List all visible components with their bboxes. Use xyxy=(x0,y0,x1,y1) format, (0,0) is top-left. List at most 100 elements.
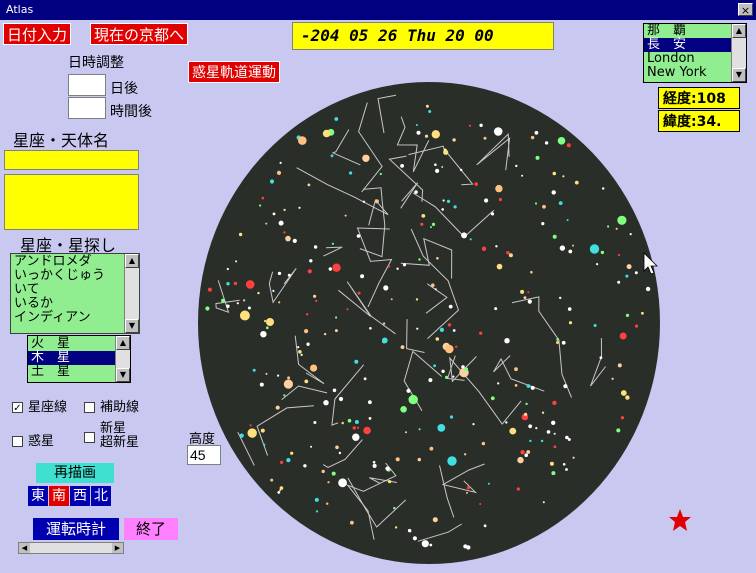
checkbox-icon[interactable] xyxy=(12,436,23,447)
search-result-box xyxy=(4,174,139,230)
star xyxy=(616,428,621,433)
star xyxy=(441,208,444,211)
star xyxy=(589,244,600,254)
constellation-lines-checkbox[interactable]: ✓ 星座線 xyxy=(12,396,67,415)
star xyxy=(328,267,332,271)
star xyxy=(298,136,307,145)
star xyxy=(625,395,630,400)
scroll-up-icon[interactable]: ▲ xyxy=(116,336,130,350)
run-clock-button[interactable]: 運転時計 xyxy=(33,518,119,540)
constellation-list-item[interactable]: いっかくじゅう xyxy=(11,269,139,283)
star xyxy=(526,450,531,454)
star xyxy=(247,428,257,438)
checkbox-icon[interactable] xyxy=(84,402,95,413)
days-label: 日後 xyxy=(110,81,138,97)
constellation-list-item[interactable]: いるか xyxy=(11,297,139,311)
star xyxy=(356,234,361,238)
star xyxy=(566,143,571,148)
planet-list-scrollbar[interactable]: ▲ ▼ xyxy=(115,336,130,382)
exit-button[interactable]: 終了 xyxy=(124,518,178,540)
now-kyoto-button[interactable]: 現在の京都へ xyxy=(90,23,189,45)
scroll-down-icon[interactable]: ▼ xyxy=(732,68,746,82)
days-input[interactable] xyxy=(68,74,106,96)
star xyxy=(567,307,572,311)
star xyxy=(385,466,390,471)
star xyxy=(344,214,347,217)
star xyxy=(463,367,469,372)
direction-button[interactable]: 東 xyxy=(28,486,48,506)
star xyxy=(523,296,527,299)
checkbox-icon[interactable] xyxy=(84,432,95,443)
star xyxy=(559,296,562,300)
star xyxy=(238,232,243,237)
constellation-list-item[interactable]: アンドロメダ xyxy=(11,255,139,269)
direction-button[interactable]: 西 xyxy=(70,486,90,506)
star xyxy=(400,345,405,349)
city-list-scrollbar[interactable]: ▲ ▼ xyxy=(731,24,746,82)
star xyxy=(252,368,256,372)
star xyxy=(563,384,568,389)
planets-checkbox[interactable]: 惑星 xyxy=(12,430,54,449)
star xyxy=(321,469,325,474)
star xyxy=(617,280,621,284)
direction-button[interactable]: 南 xyxy=(49,486,69,506)
star xyxy=(265,222,268,225)
star xyxy=(277,271,282,276)
star xyxy=(524,412,528,416)
star xyxy=(530,135,535,140)
star xyxy=(257,291,260,295)
nova-checkbox[interactable]: 新星 超新星 xyxy=(84,422,139,450)
star xyxy=(517,456,524,464)
star xyxy=(304,329,309,334)
star xyxy=(323,400,329,406)
star xyxy=(226,267,229,271)
star xyxy=(260,331,267,338)
star xyxy=(430,226,432,229)
star xyxy=(474,182,479,186)
scroll-down-icon[interactable]: ▼ xyxy=(125,319,139,333)
title-bar: Atlas × xyxy=(0,0,756,20)
star xyxy=(461,232,468,239)
star xyxy=(354,359,359,364)
star xyxy=(447,323,452,327)
star xyxy=(439,327,444,332)
constellation-list[interactable]: アンドロメダ いっかくじゅう いて いるか インディアン ▲ ▼ xyxy=(10,253,140,334)
star xyxy=(350,520,354,525)
star xyxy=(516,487,520,491)
constellation-list-item[interactable]: いて xyxy=(11,283,139,297)
star xyxy=(435,337,440,341)
scroll-up-icon[interactable]: ▲ xyxy=(125,254,139,268)
planet-list[interactable]: 火 星木 星土 星 ▲ ▼ xyxy=(27,335,131,383)
star xyxy=(347,418,352,423)
star xyxy=(508,253,513,258)
star xyxy=(368,400,372,405)
star xyxy=(285,235,291,242)
star xyxy=(408,394,418,405)
nova-label: 新星 超新星 xyxy=(100,421,140,450)
redraw-button[interactable]: 再描画 xyxy=(36,463,114,483)
star xyxy=(504,338,510,344)
star xyxy=(568,249,573,254)
city-list[interactable]: 那 覇長 安 London New York ▲ ▼ xyxy=(643,23,747,83)
scroll-right-icon[interactable]: ▶ xyxy=(112,543,123,553)
scroll-down-icon[interactable]: ▼ xyxy=(116,368,130,382)
date-input-button[interactable]: 日付入力 xyxy=(3,23,72,45)
constellation-list-item[interactable]: インディアン xyxy=(11,311,139,325)
aux-lines-checkbox[interactable]: 補助線 xyxy=(84,396,139,415)
scroll-up-icon[interactable]: ▲ xyxy=(732,24,746,38)
star xyxy=(263,443,266,446)
close-button[interactable]: × xyxy=(738,3,753,17)
sky-map[interactable] xyxy=(196,80,662,566)
horizontal-scrollbar[interactable]: ◀ ▶ xyxy=(18,542,124,554)
star xyxy=(278,301,281,304)
direction-button[interactable]: 北 xyxy=(91,486,111,506)
hours-input[interactable] xyxy=(68,97,106,119)
search-input[interactable] xyxy=(4,150,139,170)
scroll-left-icon[interactable]: ◀ xyxy=(19,543,30,553)
star xyxy=(362,200,366,203)
star xyxy=(443,149,449,155)
constellation-list-scrollbar[interactable]: ▲ ▼ xyxy=(124,254,139,333)
star xyxy=(249,424,252,427)
star xyxy=(452,138,456,142)
checkbox-icon[interactable]: ✓ xyxy=(12,402,23,414)
